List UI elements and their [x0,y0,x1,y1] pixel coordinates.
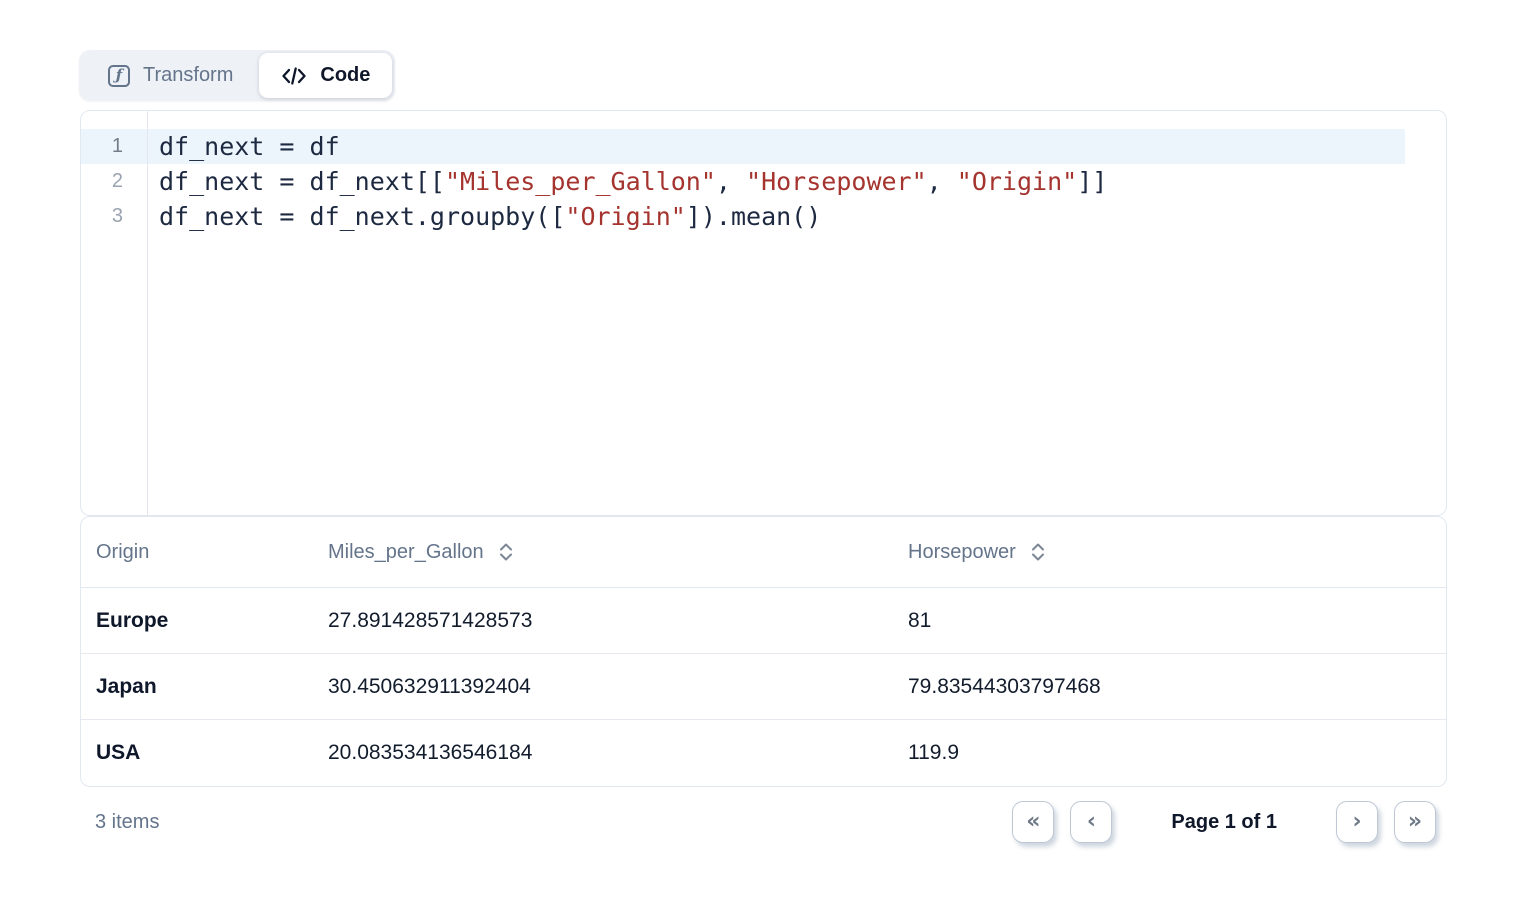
line-number: 3 [81,205,147,228]
code-icon [281,65,307,87]
view-tab-bar: ƒ Transform Code [79,50,395,101]
table-row: USA20.083534136546184119.9 [81,720,1446,786]
next-page-button[interactable]: › [1336,801,1378,843]
tab-transform[interactable]: ƒ Transform [82,53,259,98]
code-line[interactable]: 3df_next = df_next.groupby(["Origin"]).m… [81,199,1446,234]
code-line[interactable]: 1df_next = df [81,129,1446,164]
gutter-divider [147,111,148,515]
code-line-text: df_next = df [147,132,340,161]
last-page-button[interactable]: » [1394,801,1436,843]
column-header-label: Horsepower [908,541,1016,564]
cell-value: 20.083534136546184 [313,741,893,765]
column-header-origin: Origin [81,541,313,564]
cell-value: 27.891428571428573 [313,609,893,633]
row-label: USA [81,741,313,765]
prev-page-button[interactable]: ‹ [1070,801,1112,843]
tab-transform-label: Transform [143,64,233,87]
row-label: Japan [81,675,313,699]
sort-icon[interactable] [499,541,513,563]
first-page-button[interactable]: « [1012,801,1054,843]
chevron-left-icon: ‹ [1087,811,1096,833]
row-label: Europe [81,609,313,633]
line-number: 1 [81,135,147,158]
table-footer: 3 items « ‹ Page 1 of 1 › » [80,800,1447,844]
cell-value: 30.450632911392404 [313,675,893,699]
column-header-label: Miles_per_Gallon [328,541,484,564]
cell-value: 119.9 [893,741,1446,765]
code-editor[interactable]: 1df_next = df2df_next = df_next[["Miles_… [80,110,1447,516]
column-header-miles_per_gallon[interactable]: Miles_per_Gallon [313,541,893,564]
page-indicator: Page 1 of 1 [1171,811,1277,834]
items-count: 3 items [80,811,159,834]
table-header-row: Origin Miles_per_Gallon Horsepower [81,517,1446,588]
code-line-text: df_next = df_next.groupby(["Origin"]).me… [147,202,821,231]
double-chevron-left-icon: « [1026,811,1040,833]
code-lines: 1df_next = df2df_next = df_next[["Miles_… [81,129,1446,234]
code-line[interactable]: 2df_next = df_next[["Miles_per_Gallon", … [81,164,1446,199]
chevron-right-icon: › [1352,811,1361,833]
table-row: Europe27.89142857142857381 [81,588,1446,654]
result-table: OriginMiles_per_GallonHorsepower Europe2… [80,516,1447,787]
table-body: Europe27.89142857142857381Japan30.450632… [81,588,1446,786]
code-line-text: df_next = df_next[["Miles_per_Gallon", "… [147,167,1107,196]
cell-value: 81 [893,609,1446,633]
double-chevron-right-icon: » [1408,811,1422,833]
tab-code-label: Code [320,64,370,87]
cell-value: 79.83544303797468 [893,675,1446,699]
column-header-label: Origin [96,541,149,564]
tab-code[interactable]: Code [259,53,392,98]
column-header-horsepower[interactable]: Horsepower [893,541,1446,564]
sort-icon[interactable] [1031,541,1045,563]
pagination: « ‹ Page 1 of 1 › » [1012,801,1447,843]
function-icon: ƒ [108,65,130,87]
line-number: 2 [81,170,147,193]
table-row: Japan30.45063291139240479.83544303797468 [81,654,1446,720]
